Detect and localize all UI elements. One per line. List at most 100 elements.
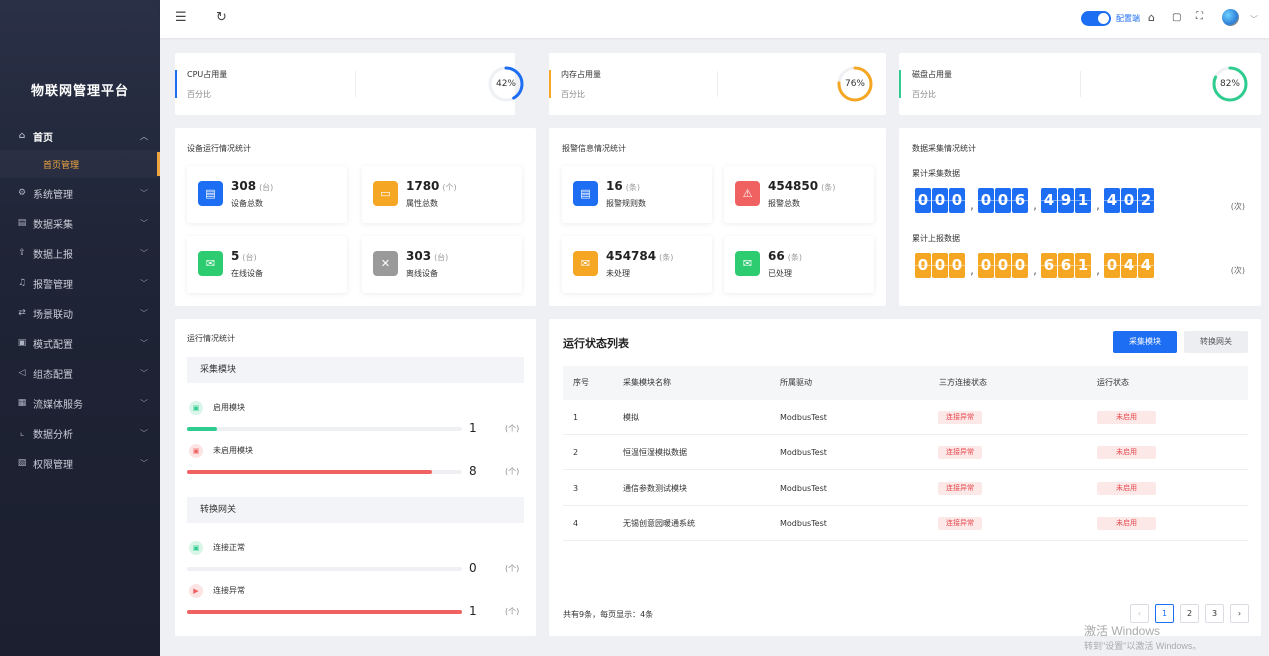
counter-digit: 0 [995, 188, 1011, 213]
column-header: 序号 [573, 378, 589, 387]
sidebar-item-scene[interactable]: ⇄ 场景联动 ﹀ [0, 298, 160, 328]
sidebar-item-alarm[interactable]: ♫ 报警管理 ﹀ [0, 268, 160, 298]
avatar[interactable] [1222, 9, 1239, 26]
sidebar-item-media[interactable]: ▦ 流媒体服务 ﹀ [0, 388, 160, 418]
card-title: 设备运行情况统计 [187, 144, 251, 153]
status-table-card: 运行状态列表 采集模块 转换网关 序号 采集模块名称 所属驱动 三方连接状态 运… [549, 319, 1261, 636]
sidebar-item-system[interactable]: ⚙ 系统管理 ﹀ [0, 178, 160, 208]
item-unit: (个) [505, 424, 520, 433]
sidebar-item-home[interactable]: ⌂ 首页 ︿ [0, 122, 160, 150]
progress-fill [187, 427, 218, 431]
sidebar-subitem-home-manage[interactable]: 首页管理 [0, 150, 160, 178]
counter-digit: 0 [978, 253, 994, 278]
table-row[interactable]: 3 通信参数测试模块 ModbusTest 连接异常 未启用 [563, 471, 1248, 506]
chevron-down-icon: ﹀ [140, 248, 148, 258]
fullscreen-icon[interactable]: ⛶ [1196, 11, 1203, 22]
sidebar-item-config[interactable]: ◁ 组态配置 ﹀ [0, 358, 160, 388]
counter-digit: 0 [978, 188, 994, 213]
rule-icon: ▤ [573, 181, 598, 206]
chevron-down-icon: ﹀ [140, 428, 148, 438]
table-header: 序号 采集模块名称 所属驱动 三方连接状态 运行状态 [563, 366, 1248, 400]
stat-value: 66 [768, 249, 785, 263]
stat-value: 1780 [406, 179, 440, 193]
table-row[interactable]: 4 无锡创意园暖通系统 ModbusTest 连接异常 未启用 [563, 506, 1248, 541]
chevron-down-icon[interactable]: ﹀ [1250, 14, 1258, 25]
chevron-down-icon: ﹀ [140, 278, 148, 288]
tab-collect-module[interactable]: 采集模块 [1113, 331, 1177, 353]
sidebar: 物联网管理平台 ⌂ 首页 ︿ 首页管理 ⚙ 系统管理 ﹀ ▤ 数据采集 ﹀ ⇪ 数据上报 ﹀… [0, 0, 160, 656]
cell-index: 2 [573, 448, 579, 457]
stat-unit: (条) [659, 253, 674, 262]
total-collect-label: 累计采集数据 [912, 169, 960, 178]
card-title: 运行情况统计 [187, 334, 235, 343]
gauge-value: 42% [495, 79, 516, 89]
digit-separator: , [970, 197, 974, 212]
counter-digit: 0 [1121, 188, 1137, 213]
stat-device-total: ▤ 308 (台) 设备总数 [187, 166, 347, 223]
section-collect-module: 采集模块 [187, 357, 524, 383]
mode-toggle[interactable] [1081, 11, 1111, 26]
sidebar-item-mode[interactable]: ▣ 模式配置 ﹀ [0, 328, 160, 358]
divider [1080, 71, 1081, 97]
home-icon[interactable]: ⌂ [1148, 11, 1155, 24]
sidebar-item-label: 模式配置 [33, 339, 73, 351]
sidebar-item-label: 场景联动 [33, 309, 73, 321]
column-header: 所属驱动 [780, 378, 812, 387]
enabled-module-icon: ▣ [189, 401, 203, 415]
table-row[interactable]: 2 恒温恒湿模拟数据 ModbusTest 连接异常 未启用 [563, 435, 1248, 470]
page-button-3[interactable]: 3 [1205, 604, 1224, 623]
gauge-value: 82% [1219, 79, 1240, 89]
status-badge: 未启用 [1097, 411, 1156, 424]
progress-track [187, 610, 462, 614]
sidebar-menu: ⌂ 首页 ︿ 首页管理 ⚙ 系统管理 ﹀ ▤ 数据采集 ﹀ ⇪ 数据上报 ﹀ ♫ 报警管理 ﹀ … [0, 122, 160, 478]
total-collect-counter: 000,006,491,402 [915, 188, 1155, 213]
stat-value: 308 [231, 179, 257, 193]
stat-unit: (条) [787, 253, 802, 262]
card-title: 数据采集情况统计 [912, 144, 976, 153]
mode-label: 配置端 [1116, 14, 1140, 23]
counter-digit: 0 [932, 188, 948, 213]
item-label: 连接异常 [213, 586, 245, 595]
page-button-2[interactable]: 2 [1180, 604, 1199, 623]
device-icon: ▤ [198, 181, 223, 206]
accent-bar [549, 70, 551, 98]
chart-icon: ⌞ [19, 428, 25, 438]
chevron-down-icon: ﹀ [140, 398, 148, 408]
progress-track [187, 427, 462, 431]
item-label: 连接正常 [213, 543, 245, 552]
counter-digit: 6 [1012, 188, 1028, 213]
divider [355, 71, 356, 97]
stat-offline-devices: ✕ 303 (台) 离线设备 [362, 236, 522, 293]
status-badge: 未启用 [1097, 482, 1156, 495]
sidebar-subitem-label: 首页管理 [43, 160, 80, 171]
stat-label: 已处理 [768, 269, 792, 278]
menu-fold-icon[interactable]: ☰ [175, 10, 187, 25]
tab-gateway[interactable]: 转换网关 [1184, 331, 1248, 353]
sidebar-item-label: 数据采集 [33, 219, 73, 231]
counter-digit: 0 [915, 253, 931, 278]
sidebar-item-collect[interactable]: ▤ 数据采集 ﹀ [0, 208, 160, 238]
table-row[interactable]: 1 模拟 ModbusTest 连接异常 未启用 [563, 400, 1248, 435]
refresh-icon[interactable]: ↻ [216, 10, 227, 25]
counter-digit: 1 [1075, 188, 1091, 213]
sidebar-item-label: 权限管理 [33, 459, 73, 471]
stat-online-devices: ✉ 5 (台) 在线设备 [187, 236, 347, 293]
sidebar-item-analysis[interactable]: ⌞ 数据分析 ﹀ [0, 418, 160, 448]
card-title: 磁盘占用量 [912, 70, 952, 79]
card-subtitle: 百分比 [912, 90, 936, 99]
chevron-down-icon: ﹀ [140, 368, 148, 378]
next-page-button[interactable]: › [1230, 604, 1249, 623]
disk-gauge: 82% [1211, 65, 1249, 103]
prev-page-button[interactable]: ‹ [1130, 604, 1149, 623]
sidebar-item-report[interactable]: ⇪ 数据上报 ﹀ [0, 238, 160, 268]
stat-label: 离线设备 [406, 269, 438, 278]
stat-value: 16 [606, 179, 623, 193]
bell-icon: ♫ [17, 278, 27, 288]
lock-icon[interactable]: ▢ [1172, 12, 1181, 23]
page-button-1[interactable]: 1 [1155, 604, 1174, 623]
sidebar-item-permission[interactable]: ▧ 权限管理 ﹀ [0, 448, 160, 478]
chevron-down-icon: ﹀ [140, 218, 148, 228]
stat-label: 报警规则数 [606, 199, 646, 208]
windows-activation-hint: 转到"设置"以激活 Windows。 [1084, 641, 1202, 651]
digit-separator: , [1033, 197, 1037, 212]
